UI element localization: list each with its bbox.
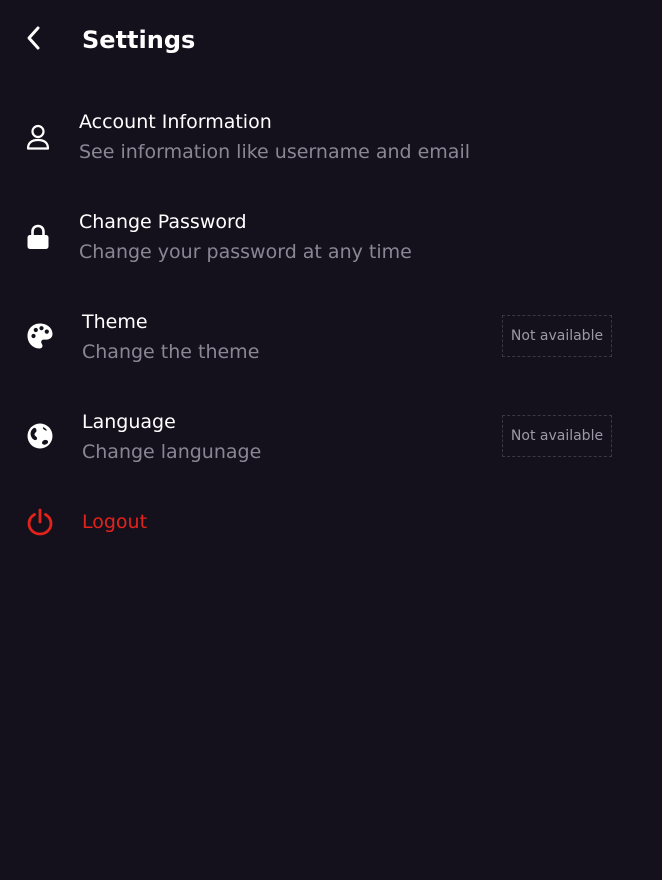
account-information-title: Account Information <box>79 111 272 133</box>
change-password-subtitle: Change your password at any time <box>79 241 412 263</box>
account-information-item[interactable]: Account Information See information like… <box>0 100 662 184</box>
theme-status-badge: Not available <box>502 315 612 357</box>
language-item[interactable]: Language Change langunage Not available <box>0 400 662 484</box>
page-title: Settings <box>82 26 196 54</box>
power-icon <box>24 506 56 538</box>
header: Settings <box>0 0 662 80</box>
user-icon <box>22 121 54 153</box>
logout-label: Logout <box>82 511 148 533</box>
language-subtitle: Change langunage <box>82 441 262 463</box>
language-status-badge: Not available <box>502 415 612 457</box>
theme-subtitle: Change the theme <box>82 341 260 363</box>
chevron-left-icon <box>27 26 40 50</box>
settings-screen: Settings Account Information See informa… <box>0 0 662 880</box>
theme-title: Theme <box>82 311 148 333</box>
palette-icon <box>24 320 56 352</box>
change-password-item[interactable]: Change Password Change your password at … <box>0 200 662 284</box>
theme-item[interactable]: Theme Change the theme Not available <box>0 300 662 384</box>
globe-icon <box>24 420 56 452</box>
language-title: Language <box>82 411 176 433</box>
lock-icon <box>22 221 54 253</box>
change-password-title: Change Password <box>79 211 247 233</box>
back-button[interactable] <box>18 22 50 54</box>
account-information-subtitle: See information like username and email <box>79 141 471 163</box>
logout-item[interactable]: Logout <box>0 490 662 554</box>
